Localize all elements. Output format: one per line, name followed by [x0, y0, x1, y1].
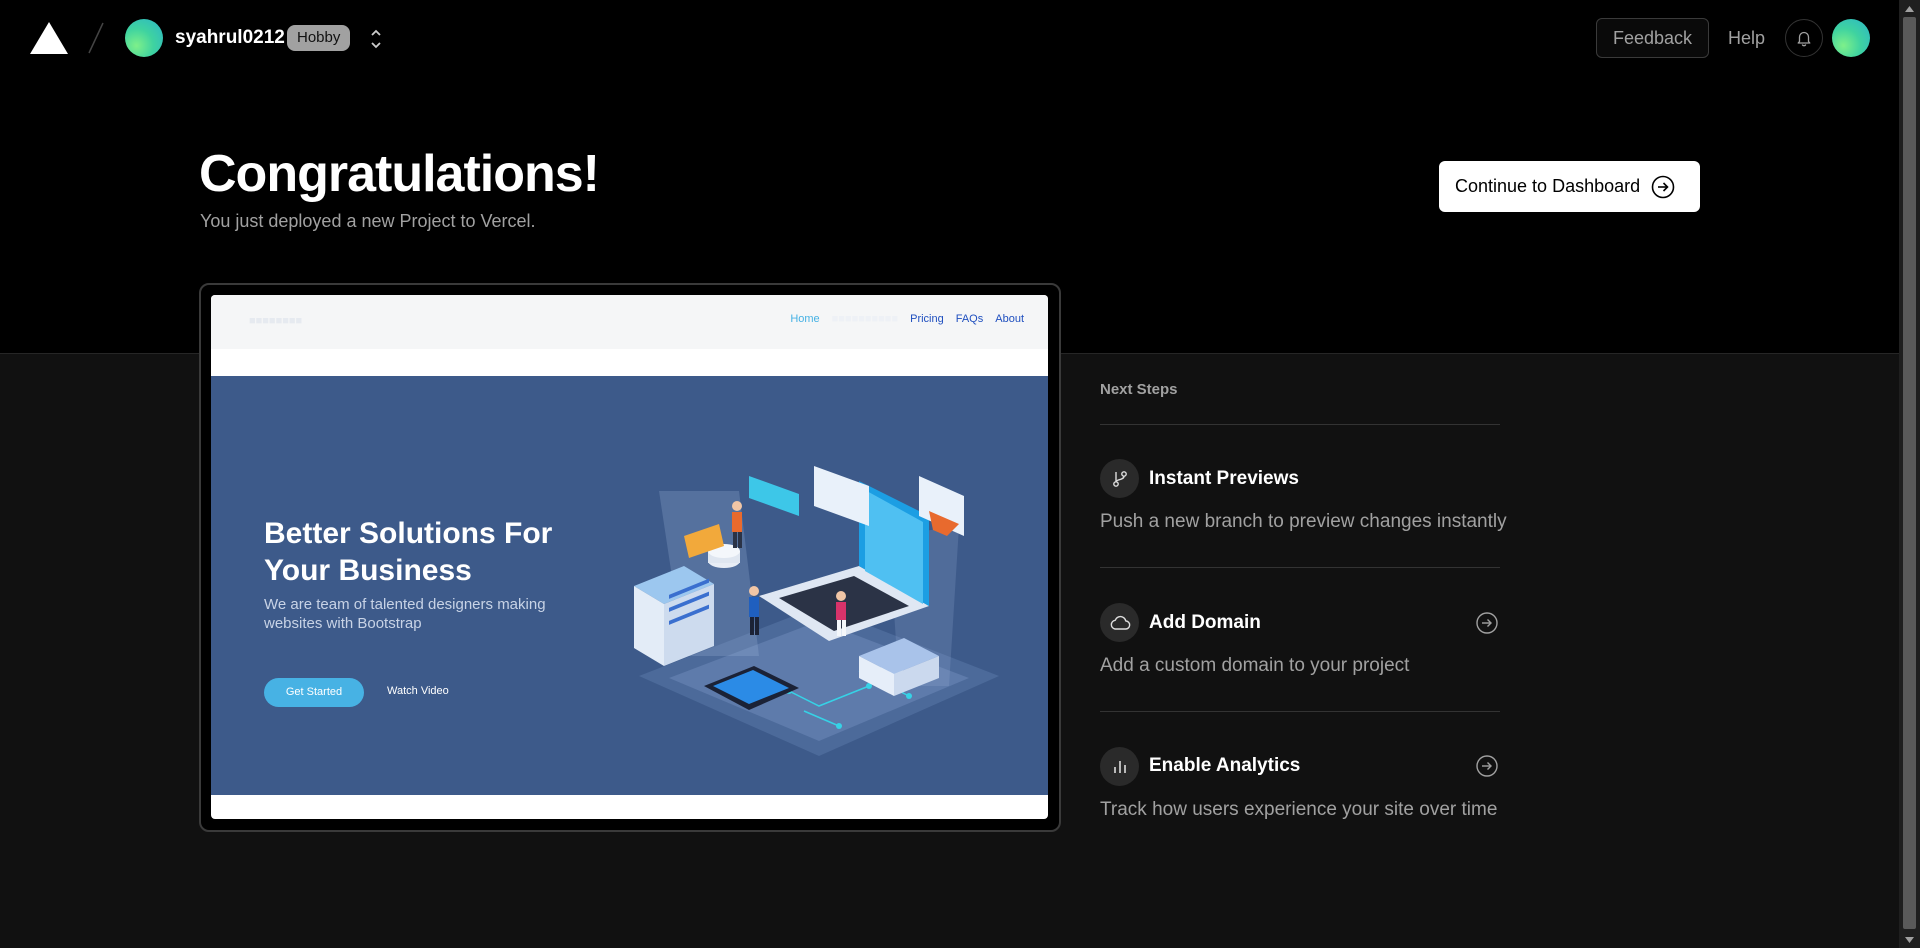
deployment-preview[interactable]: ■■■■■■■■ Home ■■■■■■■■■■ Pricing FAQs Ab…: [199, 283, 1061, 832]
plan-badge: Hobby: [287, 25, 351, 51]
step-description: Track how users experience your site ove…: [1100, 799, 1498, 820]
chevron-up-down-icon[interactable]: [366, 26, 386, 52]
notifications-button[interactable]: [1785, 19, 1823, 57]
scroll-down-arrow-icon[interactable]: [1899, 931, 1920, 948]
preview-nav-link: Home: [790, 313, 820, 325]
continue-label: Continue to Dashboard: [1455, 176, 1641, 196]
preview-watch-video-link: Watch Video: [387, 685, 449, 697]
step-title-add-domain[interactable]: Add Domain: [1149, 612, 1261, 634]
preview-site-nav-links: Home ■■■■■■■■■■ Pricing FAQs About: [790, 313, 1024, 325]
bell-icon: [1797, 31, 1811, 47]
preview-site-navbar: ■■■■■■■■ Home ■■■■■■■■■■ Pricing FAQs Ab…: [211, 295, 1048, 349]
bar-chart-icon: [1100, 747, 1139, 786]
breadcrumb-separator-icon: [88, 22, 104, 54]
next-steps-heading: Next Steps: [1100, 381, 1178, 398]
preview-nav-link: About: [995, 313, 1024, 325]
vertical-scrollbar[interactable]: [1899, 0, 1920, 948]
feedback-button[interactable]: Feedback: [1596, 18, 1709, 58]
git-branch-icon: [1100, 459, 1139, 498]
step-title-instant-previews: Instant Previews: [1149, 468, 1299, 489]
team-avatar[interactable]: [125, 19, 163, 57]
preview-site-tagline: We are team of talented designers making…: [264, 596, 546, 632]
isometric-illustration-icon: [634, 466, 999, 756]
page-title: Congratulations!: [199, 145, 600, 203]
arrow-right-circle-icon: [1651, 175, 1675, 198]
vercel-logo-icon[interactable]: [30, 22, 68, 54]
preview-nav-placeholder: ■■■■■■■■■■: [831, 313, 899, 325]
continue-to-dashboard-button[interactable]: Continue to Dashboard: [1439, 161, 1700, 212]
step-title-enable-analytics[interactable]: Enable Analytics: [1149, 755, 1300, 777]
preview-nav-link: FAQs: [955, 313, 984, 325]
arrow-right-circle-icon[interactable]: [1475, 611, 1499, 635]
preview-get-started-button: Get Started: [264, 678, 364, 707]
page-subtitle: You just deployed a new Project to Verce…: [200, 211, 536, 231]
help-link[interactable]: Help: [1728, 28, 1765, 49]
preview-site-headline: Better Solutions For Your Business: [264, 517, 553, 587]
divider: [1100, 424, 1500, 425]
top-navbar: syahrul0212 Hobby Feedback Help: [0, 0, 1899, 78]
user-avatar[interactable]: [1832, 19, 1870, 57]
cloud-icon: [1100, 603, 1139, 642]
arrow-right-circle-icon[interactable]: [1475, 754, 1499, 778]
team-name[interactable]: syahrul0212: [175, 27, 285, 49]
divider: [1100, 711, 1500, 712]
app-root: syahrul0212 Hobby Feedback Help Congratu…: [0, 0, 1920, 948]
preview-nav-link: Pricing: [910, 313, 944, 325]
scroll-up-arrow-icon[interactable]: [1899, 0, 1920, 17]
step-description: Add a custom domain to your project: [1100, 655, 1410, 676]
preview-screenshot: ■■■■■■■■ Home ■■■■■■■■■■ Pricing FAQs Ab…: [211, 295, 1048, 819]
divider: [1100, 567, 1500, 568]
step-description: Push a new branch to preview changes ins…: [1100, 511, 1507, 532]
preview-site-brand: ■■■■■■■■: [249, 315, 303, 327]
preview-site-hero: Better Solutions For Your Business We ar…: [211, 376, 1048, 795]
scrollbar-thumb[interactable]: [1903, 17, 1916, 929]
